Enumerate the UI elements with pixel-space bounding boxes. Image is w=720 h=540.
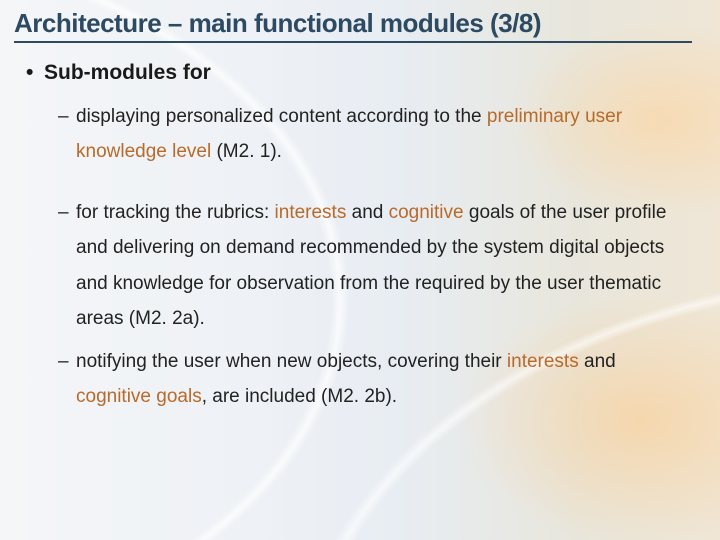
dash-icon: –: [58, 344, 76, 379]
sub-bullet-3-text: notifying the user when new objects, cov…: [76, 351, 616, 407]
sub-bullet-2: –for tracking the rubrics: interests and…: [76, 195, 692, 336]
dash-icon: –: [58, 99, 76, 134]
sub-bullet-2-text: for tracking the rubrics: interests and …: [76, 202, 666, 328]
bullet-icon: •: [26, 61, 44, 85]
sub-bullet-1-text: displaying personalized content accordin…: [76, 106, 622, 162]
dash-icon: –: [58, 195, 76, 230]
slide: Architecture – main functional modules (…: [0, 0, 720, 540]
sub-bullet-3: –notifying the user when new objects, co…: [76, 344, 692, 414]
slide-title: Architecture – main functional modules (…: [14, 8, 692, 39]
title-underline: [14, 41, 692, 43]
bullet-level1: •Sub-modules for: [44, 61, 692, 85]
bullet-level1-text: Sub-modules for: [44, 61, 211, 84]
sub-bullet-1: –displaying personalized content accordi…: [76, 99, 692, 169]
